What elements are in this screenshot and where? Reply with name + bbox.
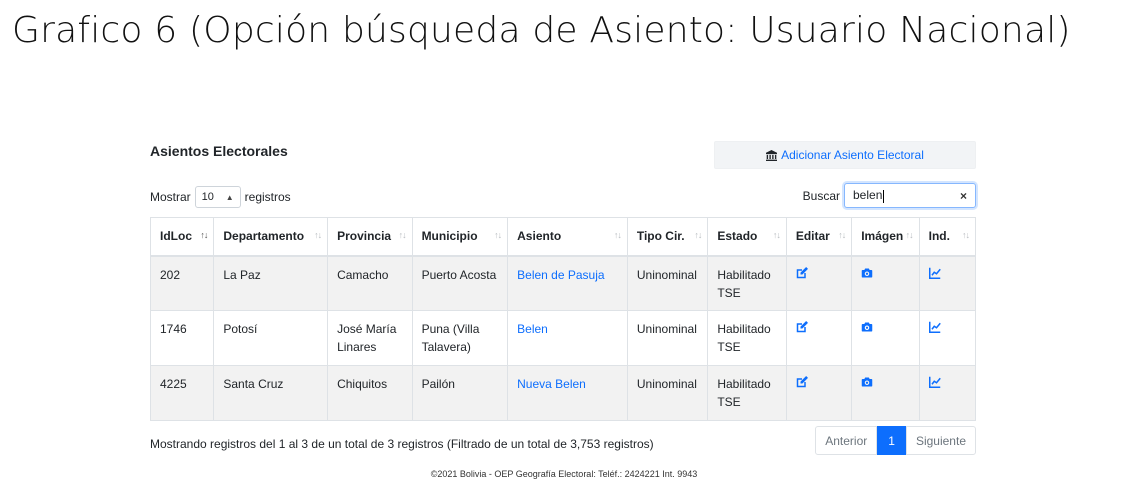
pagination: Anterior 1 Siguiente	[815, 426, 976, 455]
cell-imagen	[851, 365, 920, 421]
camera-icon[interactable]	[861, 267, 873, 279]
chart-icon[interactable]	[928, 376, 941, 388]
cell-idloc: 1746	[149, 310, 215, 366]
cell-departamento: Santa Cruz	[213, 365, 329, 421]
camera-icon[interactable]	[861, 321, 873, 333]
sort-icon: ↑↓	[838, 230, 846, 240]
cell-editar	[785, 310, 853, 366]
table-header-row: IdLoc ↑↓ Departamento ↑↓ Provincia ↑↓ Munic…	[149, 217, 977, 257]
asientos-table: IdLoc ↑↓ Departamento ↑↓ Provincia ↑↓ Munic…	[149, 217, 977, 421]
cell-estado: Habilitado TSE	[707, 310, 787, 366]
search-label: Buscar	[802, 188, 840, 203]
add-asiento-button[interactable]: Adicionar Asiento Electoral	[714, 141, 976, 169]
search-control: Buscar belen ×	[803, 183, 976, 208]
page-1-button[interactable]: 1	[877, 426, 906, 455]
cell-asiento: Belen	[507, 310, 628, 366]
edit-icon[interactable]	[796, 376, 808, 388]
sort-icon: ↑↓	[905, 230, 914, 240]
sort-icon: ↑↓	[962, 230, 970, 240]
cell-idloc: 4225	[149, 365, 215, 421]
sort-icon: ↑↓	[398, 230, 407, 240]
page-length-control: Mostrar 10 ▲ registros	[150, 186, 291, 208]
column-header-editar[interactable]: Editar ↑↓	[785, 217, 853, 257]
cell-idloc: 202	[149, 255, 215, 311]
cell-departamento: Potosí	[213, 310, 329, 366]
column-header-imagen[interactable]: Imágen ↑↓	[851, 217, 920, 257]
cell-estado: Habilitado TSE	[707, 255, 787, 311]
page-length-value: 10	[201, 191, 214, 203]
table-row: 202 La Paz Camacho Puerto Acosta Belen d…	[149, 255, 977, 311]
search-input[interactable]: belen ×	[844, 183, 976, 208]
search-value: belen	[853, 188, 883, 203]
sort-icon: ↑↓	[494, 230, 502, 240]
sort-asc-icon: ↑↓	[200, 230, 208, 240]
records-label: registros	[244, 190, 291, 204]
cell-imagen	[851, 255, 920, 311]
asiento-link[interactable]: Nueva Belen	[517, 377, 586, 391]
chart-icon[interactable]	[928, 267, 941, 279]
table-info: Mostrando registros del 1 al 3 de un tot…	[150, 437, 654, 451]
cell-tipo: Uninominal	[626, 310, 709, 366]
cell-asiento: Nueva Belen	[507, 365, 628, 421]
add-asiento-label: Adicionar Asiento Electoral	[781, 148, 924, 162]
column-header-tipo[interactable]: Tipo Cir. ↑↓	[626, 217, 709, 257]
cell-municipio: Puna (Villa Talavera)	[411, 310, 509, 366]
text-caret	[883, 189, 885, 203]
cell-municipio: Puerto Acosta	[411, 255, 509, 311]
cell-provincia: Chiquitos	[327, 365, 413, 421]
clear-search-icon[interactable]: ×	[960, 189, 967, 203]
next-page-button[interactable]: Siguiente	[905, 426, 976, 455]
cell-provincia: José María Linares	[327, 310, 413, 366]
cell-asiento: Belen de Pasuja	[507, 255, 628, 311]
sort-icon: ↑↓	[694, 230, 702, 240]
page-title: Asientos Electorales	[150, 143, 288, 159]
cell-tipo: Uninominal	[626, 365, 709, 421]
cell-municipio: Pailón	[411, 365, 509, 421]
previous-page-button[interactable]: Anterior	[815, 426, 878, 455]
updown-icon: ▲	[225, 192, 234, 202]
column-header-municipio[interactable]: Municipio ↑↓	[411, 217, 509, 257]
cell-ind	[918, 310, 977, 366]
cell-editar	[785, 365, 853, 421]
column-header-idloc[interactable]: IdLoc ↑↓	[149, 217, 215, 257]
column-header-departamento[interactable]: Departamento ↑↓	[213, 217, 329, 257]
edit-icon[interactable]	[796, 321, 808, 333]
cell-imagen	[851, 310, 920, 366]
table-row: 4225 Santa Cruz Chiquitos Pailón Nueva B…	[149, 365, 977, 421]
cell-ind	[918, 365, 977, 421]
cell-editar	[785, 255, 853, 311]
sort-icon: ↑↓	[314, 230, 322, 240]
column-header-estado[interactable]: Estado ↑↓	[707, 217, 787, 257]
show-label: Mostrar	[150, 190, 191, 204]
cell-estado: Habilitado TSE	[707, 365, 787, 421]
sort-icon: ↑↓	[772, 230, 781, 240]
footer-text: ©2021 Bolivia - OEP Geografía Electoral:…	[430, 469, 698, 479]
table-row: 1746 Potosí José María Linares Puna (Vil…	[149, 310, 977, 366]
column-header-provincia[interactable]: Provincia ↑↓	[327, 217, 413, 257]
asiento-link[interactable]: Belen de Pasuja	[517, 268, 604, 282]
cell-provincia: Camacho	[327, 255, 413, 311]
institution-icon	[766, 149, 778, 161]
asiento-link[interactable]: Belen	[517, 322, 548, 336]
edit-icon[interactable]	[796, 266, 808, 279]
column-header-ind[interactable]: Ind. ↑↓	[918, 217, 977, 257]
camera-icon[interactable]	[861, 376, 873, 388]
cell-ind	[918, 255, 977, 311]
sort-icon: ↑↓	[613, 230, 622, 240]
column-header-asiento[interactable]: Asiento ↑↓	[507, 217, 628, 257]
chart-icon[interactable]	[928, 321, 941, 333]
cell-tipo: Uninominal	[626, 255, 709, 311]
cell-departamento: La Paz	[213, 255, 329, 311]
page-length-select[interactable]: 10 ▲	[194, 186, 241, 208]
slide-title: Grafico 6 (Opción búsqueda de Asiento: U…	[12, 10, 1071, 51]
